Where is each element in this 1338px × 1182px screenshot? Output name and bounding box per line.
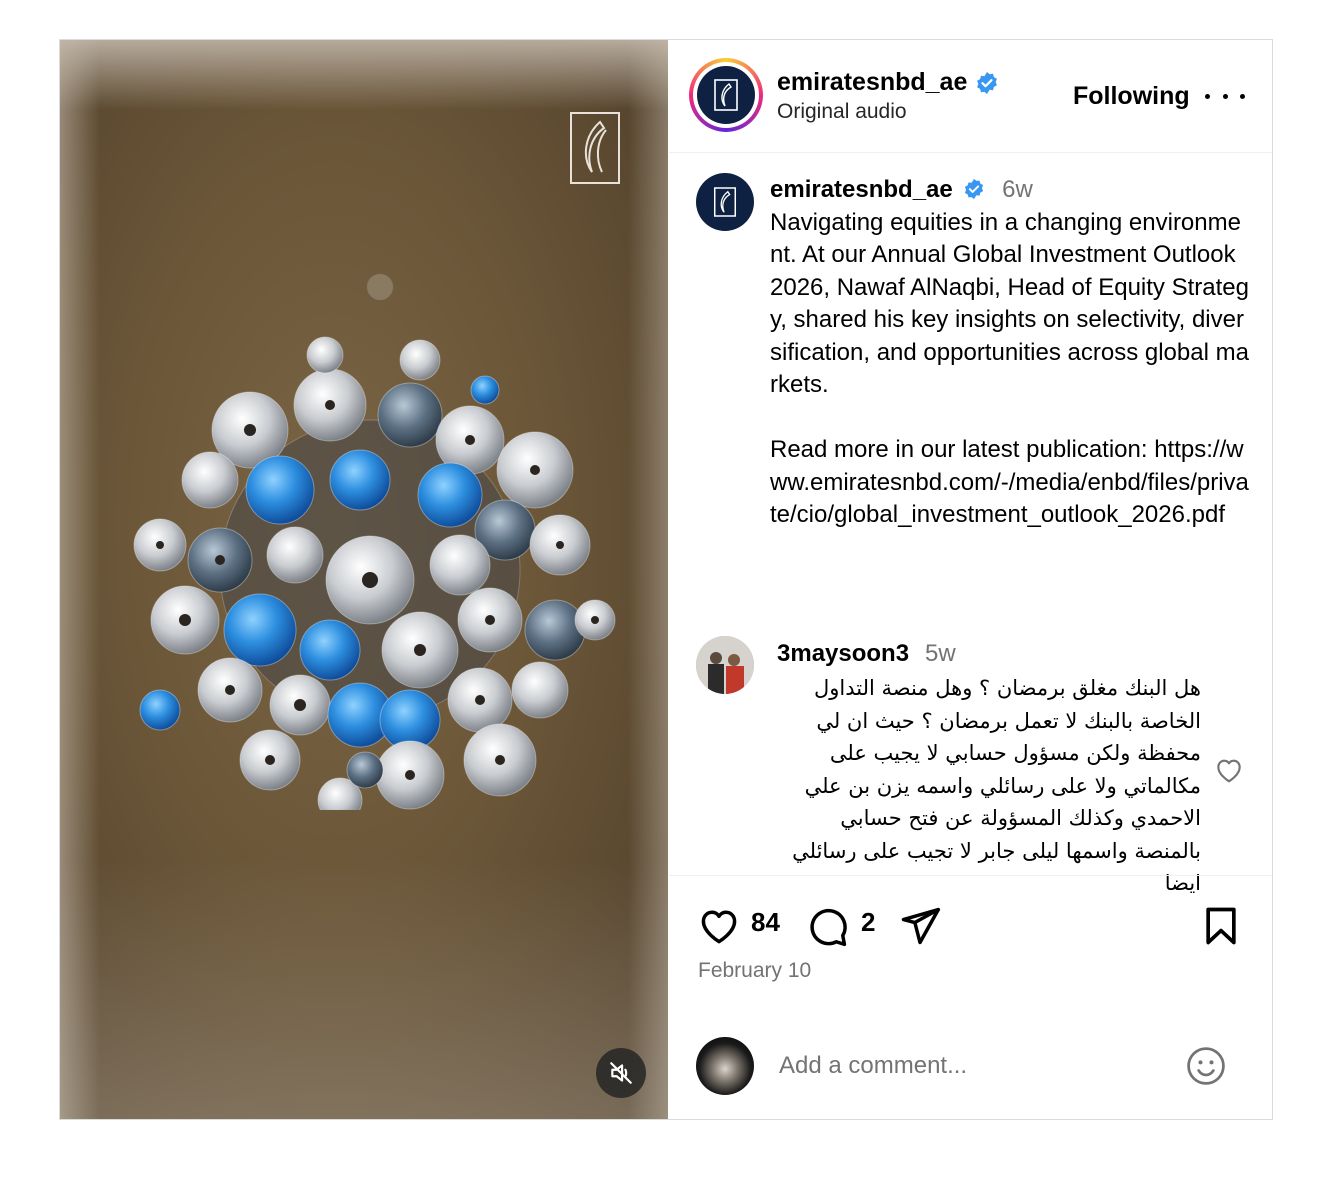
ellipsis-icon xyxy=(1205,93,1210,99)
profile-avatar[interactable] xyxy=(689,58,763,132)
post-sidebar: emiratesnbd_ae Original audio Following … xyxy=(669,40,1272,1119)
like-count[interactable]: 84 xyxy=(751,907,780,938)
mute-toggle-button[interactable] xyxy=(596,1048,646,1098)
comment-username[interactable]: 3maysoon3 xyxy=(777,640,909,668)
comment-heart-icon[interactable] xyxy=(1213,754,1245,786)
bank-logo-icon xyxy=(714,79,738,111)
glass-chandelier-image xyxy=(133,336,616,810)
verified-badge-icon xyxy=(965,178,984,200)
video-light-top xyxy=(60,40,668,110)
audio-label[interactable]: Original audio xyxy=(777,100,907,124)
video-edge-bottom xyxy=(60,859,668,1119)
caption-username[interactable]: emiratesnbd_ae xyxy=(770,176,953,203)
paper-plane-icon[interactable] xyxy=(897,904,943,948)
post-header: emiratesnbd_ae Original audio Following xyxy=(669,40,1272,153)
bank-logo-icon xyxy=(713,187,737,217)
heart-icon[interactable] xyxy=(697,904,741,948)
smiley-icon[interactable] xyxy=(1184,1044,1228,1088)
header-username[interactable]: emiratesnbd_ae xyxy=(777,68,967,97)
commenter-photo xyxy=(696,636,754,694)
post-date[interactable]: February 10 xyxy=(698,959,811,983)
more-options-button[interactable] xyxy=(1205,84,1245,108)
comment-timestamp[interactable]: 5w xyxy=(925,640,956,668)
wall-fixture xyxy=(366,273,394,301)
caption-timestamp[interactable]: 6w xyxy=(1002,176,1033,203)
bookmark-icon[interactable] xyxy=(1199,904,1243,948)
commenter-avatar[interactable] xyxy=(696,636,754,694)
speaker-muted-icon xyxy=(610,1062,632,1084)
speech-bubble-icon[interactable] xyxy=(805,904,849,948)
following-button[interactable]: Following xyxy=(1073,82,1190,111)
caption-text: Navigating equities in a changing enviro… xyxy=(770,208,1249,529)
bank-logo-watermark xyxy=(570,112,620,184)
header-username-row: emiratesnbd_ae xyxy=(777,68,999,97)
reel-video[interactable] xyxy=(60,40,668,1119)
add-comment-input[interactable] xyxy=(777,1045,1171,1087)
comment-count[interactable]: 2 xyxy=(861,907,875,938)
verified-badge-icon xyxy=(977,71,998,94)
caption-avatar[interactable] xyxy=(696,173,754,231)
post-caption: emiratesnbd_ae 6w Navigating equities in… xyxy=(770,174,1250,532)
comment-text: هل البنك مغلق برمضان ؟ وهل منصة التداول … xyxy=(792,676,1201,895)
post-container: emiratesnbd_ae Original audio Following … xyxy=(59,39,1273,1120)
actions-divider xyxy=(669,875,1272,876)
current-user-avatar xyxy=(696,1037,754,1095)
